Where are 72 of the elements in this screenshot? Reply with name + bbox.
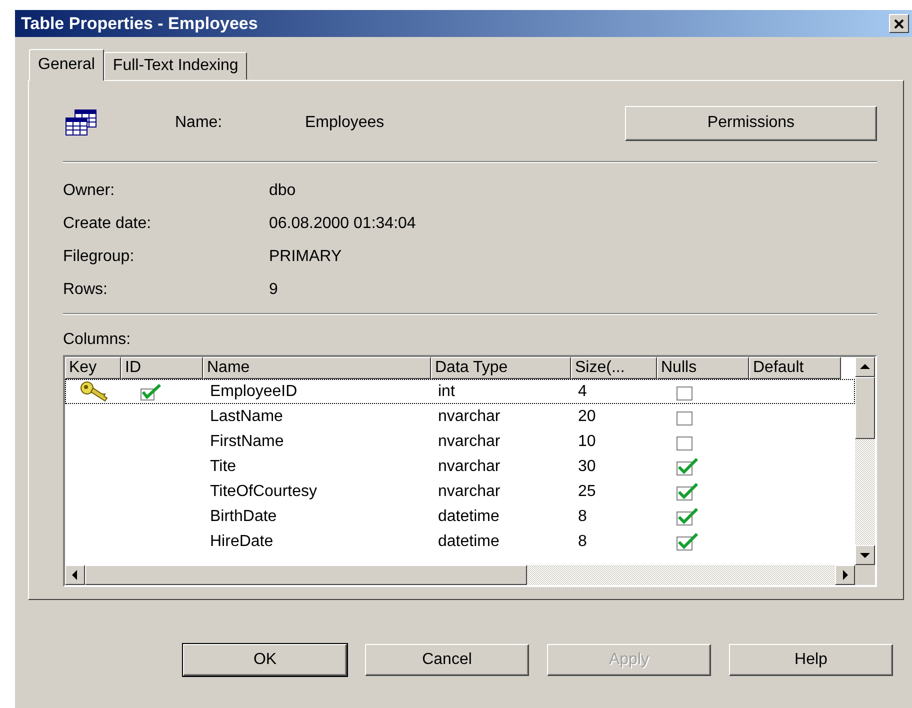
property-value: 06.08.2000 01:34:04 — [269, 214, 417, 234]
property-label: Owner: — [63, 181, 116, 201]
right-arrow-icon — [841, 570, 849, 580]
table-row[interactable]: FirstName nvarchar 10 — [65, 429, 855, 454]
nulls-checked-checkbox[interactable] — [676, 458, 698, 476]
data-type: datetime — [437, 532, 500, 550]
column-size: 8 — [577, 532, 588, 550]
column-size: 4 — [577, 382, 588, 400]
table-row[interactable]: LastName nvarchar 20 — [65, 404, 855, 429]
column-name: TiteOfCourtesy — [209, 482, 318, 500]
nulls-checked-checkbox[interactable] — [676, 482, 698, 500]
tab[interactable]: General — [29, 49, 104, 81]
table-icon — [65, 109, 97, 137]
up-arrow-icon — [860, 363, 870, 371]
column-header[interactable]: Default — [749, 357, 841, 379]
window-title: Table Properties - Employees — [21, 14, 258, 34]
property-label: Create date: — [63, 214, 152, 234]
table-row[interactable]: EmployeeID int 4 — [65, 379, 855, 404]
scrollbar-thumb[interactable] — [855, 377, 875, 439]
scroll-left-button[interactable] — [65, 565, 85, 585]
data-type: nvarchar — [437, 482, 502, 500]
close-button[interactable] — [889, 14, 909, 33]
property-label: Filegroup: — [63, 247, 136, 267]
data-type: int — [437, 382, 456, 400]
column-name: LastName — [209, 408, 284, 426]
column-header[interactable]: ID — [121, 357, 203, 379]
scrollbar-thumb[interactable] — [85, 565, 527, 585]
column-header[interactable]: Key — [65, 357, 121, 379]
down-arrow-icon — [860, 551, 870, 559]
property-label: Rows: — [63, 280, 108, 300]
scroll-down-button[interactable] — [855, 545, 875, 565]
column-size: 25 — [577, 482, 597, 500]
horizontal-scrollbar[interactable] — [65, 565, 855, 585]
dialog-button[interactable]: Cancel — [365, 644, 529, 676]
data-type: nvarchar — [437, 408, 502, 426]
nulls-checked-checkbox[interactable] — [676, 508, 698, 526]
columns-label: Columns: — [63, 330, 132, 350]
table-row[interactable]: HireDate datetime 8 — [65, 529, 855, 554]
left-arrow-icon — [71, 570, 79, 580]
scroll-up-button[interactable] — [855, 357, 875, 377]
column-name: Tite — [209, 458, 238, 476]
name-value: Employees — [305, 114, 386, 132]
column-header[interactable]: Size(... — [571, 357, 657, 379]
tab[interactable]: Full-Text Indexing — [104, 52, 248, 80]
column-size: 30 — [577, 458, 597, 476]
table-row[interactable]: TiteOfCourtesy nvarchar 25 — [65, 479, 855, 504]
property-value: dbo — [269, 181, 297, 201]
column-header[interactable]: Data Type — [431, 357, 571, 379]
vertical-scrollbar[interactable] — [855, 357, 875, 585]
column-size: 8 — [577, 508, 588, 526]
data-type: nvarchar — [437, 458, 502, 476]
column-name: EmployeeID — [209, 382, 298, 400]
column-name: BirthDate — [209, 508, 278, 526]
column-name: FirstName — [209, 432, 285, 450]
table-row[interactable]: Tite nvarchar 30 — [65, 454, 855, 479]
scroll-right-button[interactable] — [835, 565, 855, 585]
table-row[interactable]: BirthDate datetime 8 — [65, 504, 855, 529]
property-value: 9 — [269, 280, 279, 300]
data-type: nvarchar — [437, 432, 502, 450]
name-label: Name: — [175, 114, 224, 132]
column-name: HireDate — [209, 532, 274, 550]
nulls-checked-checkbox[interactable] — [676, 532, 698, 550]
dialog-button[interactable]: Help — [729, 644, 893, 676]
data-type: datetime — [437, 508, 500, 526]
column-size: 20 — [577, 408, 597, 426]
permissions-button[interactable]: Permissions — [625, 106, 877, 140]
property-value: PRIMARY — [269, 247, 343, 267]
column-header[interactable]: Nulls — [657, 357, 749, 379]
column-size: 10 — [577, 432, 597, 450]
close-icon — [894, 18, 904, 28]
column-header[interactable]: Name — [203, 357, 431, 379]
dialog-button[interactable]: OK — [183, 644, 347, 676]
